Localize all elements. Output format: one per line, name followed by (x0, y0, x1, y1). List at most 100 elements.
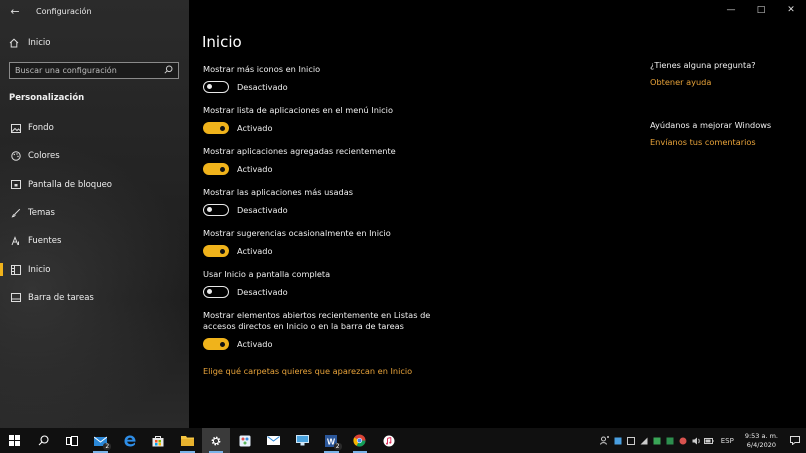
toggle-state: Desactivado (237, 82, 288, 92)
clock[interactable]: 9:53 a. m. 6/4/2020 (739, 432, 784, 450)
setting-app-list: Mostrar lista de aplicaciones en el menú… (203, 105, 483, 146)
setting-most-used: Mostrar las aplicaciones más usadas Desa… (203, 187, 483, 228)
toggle-state: Activado (237, 339, 273, 349)
sidebar-item-fuentes[interactable]: Fuentes (0, 227, 189, 255)
notification-badge: 2 (333, 443, 342, 450)
task-view-icon[interactable] (58, 428, 87, 453)
improve-heading: Ayúdanos a mejorar Windows (650, 120, 772, 130)
back-button[interactable]: ← (0, 0, 30, 22)
get-help-link[interactable]: Obtener ayuda (650, 77, 800, 87)
window-controls: — □ ✕ (716, 0, 806, 20)
sidebar-item-home[interactable]: Inicio (0, 34, 189, 52)
maximize-button[interactable]: □ (746, 0, 776, 20)
toggle-switch[interactable] (203, 286, 229, 298)
taskbar-icon (9, 293, 23, 303)
sidebar-nav: Fondo Colores Pantalla de bloqueo Temas … (0, 114, 189, 312)
sidebar-item-label: Pantalla de bloqueo (28, 179, 113, 190)
setting-recently-added: Mostrar aplicaciones agregadas recientem… (203, 146, 483, 187)
minimize-button[interactable]: — (716, 0, 746, 20)
side-panel: ¿Tienes alguna pregunta? Obtener ayuda A… (650, 60, 800, 147)
main-content: — □ ✕ Inicio Mostrar más iconos en Inici… (189, 0, 806, 428)
system-tray: ESP 9:53 a. m. 6/4/2020 (599, 428, 806, 453)
setting-title: Mostrar elementos abiertos recientemente… (203, 310, 431, 331)
tray-app-icon[interactable] (677, 428, 690, 453)
sidebar-item-label: Barra de tareas (28, 292, 94, 303)
toggle-switch[interactable] (203, 163, 229, 175)
toggle-switch[interactable] (203, 338, 229, 350)
network-app-icon[interactable] (288, 428, 317, 453)
search-placeholder: Buscar una configuración (15, 66, 117, 75)
people-icon[interactable] (599, 428, 612, 453)
tray-app-icon[interactable] (664, 428, 677, 453)
edge-icon[interactable] (115, 428, 144, 453)
toggle-switch[interactable] (203, 81, 229, 93)
page-title: Inicio (202, 33, 242, 51)
sidebar-item-pantalla-de-bloqueo[interactable]: Pantalla de bloqueo (0, 171, 189, 199)
setting-title: Mostrar lista de aplicaciones en el menú… (203, 105, 393, 115)
minimize-icon: — (726, 5, 736, 15)
clock-time: 9:53 a. m. (744, 431, 778, 440)
setting-title: Mostrar las aplicaciones más usadas (203, 187, 354, 197)
itunes-icon[interactable] (374, 428, 403, 453)
arrow-left-icon: ← (10, 4, 20, 18)
home-icon (9, 38, 23, 48)
sidebar-item-inicio[interactable]: Inicio (0, 255, 189, 283)
setting-title: Mostrar aplicaciones agregadas recientem… (203, 146, 396, 156)
settings-icon[interactable] (201, 428, 231, 453)
settings-list: Mostrar más iconos en Inicio Desactivado… (203, 64, 483, 350)
choose-folders-link[interactable]: Elige qué carpetas quieres que aparezcan… (203, 366, 412, 376)
toggle-switch[interactable] (203, 204, 229, 216)
mail-icon[interactable] (259, 428, 288, 453)
chrome-icon[interactable] (346, 428, 375, 453)
sidebar: ← Configuración Inicio Buscar una config… (0, 0, 189, 428)
close-button[interactable]: ✕ (776, 0, 806, 20)
toggle-switch[interactable] (203, 122, 229, 134)
maximize-icon: □ (756, 5, 766, 15)
feedback-link[interactable]: Envíanos tus comentarios (650, 137, 800, 147)
tray-app-icon[interactable] (612, 428, 625, 453)
mail-people-icon[interactable]: 2 (86, 428, 115, 453)
lock-screen-icon (9, 180, 23, 190)
search-icon[interactable] (164, 65, 173, 77)
brush-icon (9, 208, 23, 218)
question-heading: ¿Tienes alguna pregunta? (650, 60, 756, 70)
image-icon (9, 123, 23, 133)
setting-title: Usar Inicio a pantalla completa (203, 269, 331, 279)
toggle-state: Activado (237, 246, 273, 256)
setting-full-screen: Usar Inicio a pantalla completa Desactiv… (203, 269, 483, 310)
start-icon (9, 264, 23, 275)
toggle-switch[interactable] (203, 245, 229, 257)
sidebar-item-label: Fuentes (28, 236, 62, 247)
notification-badge: 2 (103, 443, 112, 450)
store-icon[interactable] (144, 428, 173, 453)
sidebar-home-label: Inicio (28, 38, 51, 48)
notification-center-icon[interactable] (784, 428, 806, 453)
app-title: Configuración (36, 6, 92, 16)
word-icon[interactable]: W 2 (317, 428, 346, 453)
wifi-icon[interactable] (638, 428, 651, 453)
sidebar-item-colores[interactable]: Colores (0, 142, 189, 170)
title-bar: ← Configuración (0, 0, 189, 22)
sidebar-item-barra-de-tareas[interactable]: Barra de tareas (0, 284, 189, 312)
setting-suggestions: Mostrar sugerencias ocasionalmente en In… (203, 228, 483, 269)
battery-icon[interactable] (703, 428, 716, 453)
language-indicator[interactable]: ESP (716, 437, 739, 445)
search-input[interactable]: Buscar una configuración (9, 62, 179, 79)
sidebar-item-temas[interactable]: Temas (0, 199, 189, 227)
sidebar-item-label: Inicio (28, 264, 51, 275)
tray-app-icon[interactable] (625, 428, 638, 453)
close-icon: ✕ (787, 5, 795, 15)
search-icon[interactable] (29, 428, 58, 453)
toggle-state: Activado (237, 123, 273, 133)
sidebar-item-label: Temas (28, 208, 55, 219)
volume-icon[interactable] (690, 428, 703, 453)
sidebar-item-fondo[interactable]: Fondo (0, 114, 189, 142)
file-explorer-icon[interactable] (173, 428, 202, 453)
paint-icon[interactable] (230, 428, 259, 453)
windows-start-icon[interactable] (0, 428, 29, 453)
section-title: Personalización (9, 93, 85, 103)
clock-date: 6/4/2020 (746, 440, 776, 449)
toggle-state: Desactivado (237, 287, 288, 297)
tray-app-icon[interactable] (651, 428, 664, 453)
taskbar: 2 W 2 ESP 9:53 a. m. 6/4/2020 (0, 428, 806, 453)
